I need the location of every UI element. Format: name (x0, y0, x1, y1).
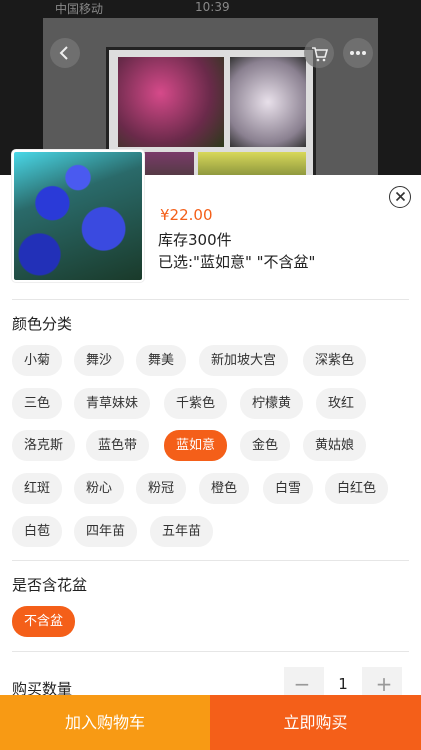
more-icon (350, 51, 366, 55)
color-option-chip[interactable]: 金色 (240, 430, 291, 461)
color-option-chip[interactable]: 橙色 (199, 473, 250, 504)
color-option-chip[interactable]: 蓝色带 (86, 430, 150, 461)
product-thumbnail (12, 150, 144, 282)
color-option-chip[interactable]: 粉心 (74, 473, 125, 504)
time-label: 10:39 (195, 0, 230, 14)
color-option-chip[interactable]: 蓝如意 (164, 430, 228, 461)
color-option-chip[interactable]: 深紫色 (303, 345, 367, 376)
close-icon (395, 191, 405, 202)
chevron-left-icon (59, 46, 68, 60)
selected-options: 已选:"蓝如意" "不含盆" (158, 253, 316, 271)
color-option-chip[interactable]: 白雪 (263, 473, 314, 504)
color-option-chip[interactable]: 四年苗 (74, 516, 138, 547)
status-bar: 中国移动 10:39 (0, 0, 421, 18)
color-option-chip[interactable]: 舞美 (136, 345, 187, 376)
color-option-chip[interactable]: 洛克斯 (12, 430, 76, 461)
color-option-chip[interactable]: 红斑 (12, 473, 63, 504)
stock-count: 库存300件 (158, 231, 232, 249)
close-button[interactable] (389, 186, 411, 208)
more-button[interactable] (343, 38, 373, 68)
color-option-chip[interactable]: 柠檬黄 (240, 388, 304, 419)
color-option-chip[interactable]: 新加坡大宫 (199, 345, 289, 376)
cart-icon (312, 47, 329, 62)
cart-button[interactable] (304, 38, 334, 68)
color-option-chip[interactable]: 玫红 (316, 388, 367, 419)
color-option-chip[interactable]: 白苞 (12, 516, 63, 547)
photo-tile (230, 57, 306, 147)
divider (12, 651, 409, 652)
color-option-chip[interactable]: 白红色 (325, 473, 389, 504)
color-option-chip[interactable]: 三色 (12, 388, 63, 419)
color-option-chip[interactable]: 千紫色 (164, 388, 228, 419)
product-price: ¥22.00 (160, 206, 213, 224)
pot-option-chip[interactable]: 不含盆 (12, 606, 76, 637)
color-option-chip[interactable]: 舞沙 (74, 345, 125, 376)
color-option-chip[interactable]: 五年苗 (150, 516, 214, 547)
color-option-chip[interactable]: 黄姑娘 (303, 430, 367, 461)
carrier-label: 中国移动 (55, 2, 104, 16)
back-button[interactable] (50, 38, 80, 68)
add-to-cart-button[interactable]: 加入购物车 (0, 695, 210, 750)
pot-section-title: 是否含花盆 (12, 576, 88, 594)
divider (12, 560, 409, 561)
color-option-chip[interactable]: 小菊 (12, 345, 63, 376)
color-option-chip[interactable]: 粉冠 (136, 473, 187, 504)
photo-tile (118, 57, 224, 147)
divider (12, 299, 409, 300)
buy-now-button[interactable]: 立即购买 (210, 695, 421, 750)
product-thumbnail-image (14, 152, 142, 280)
action-bar: 加入购物车 立即购买 (0, 695, 421, 750)
color-section-title: 颜色分类 (12, 315, 73, 333)
color-option-chip[interactable]: 青草妹妹 (74, 388, 151, 419)
